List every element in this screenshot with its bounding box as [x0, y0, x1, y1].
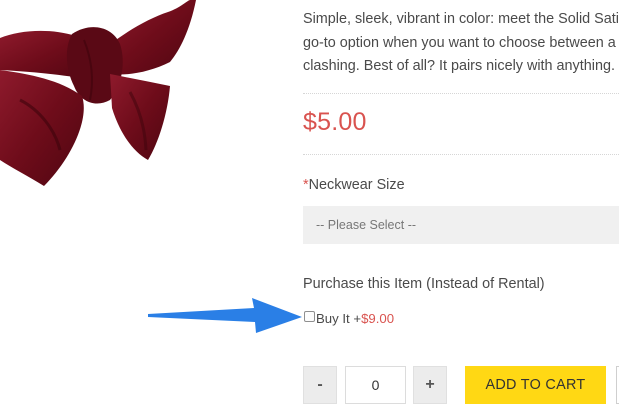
- arrow-icon: [146, 298, 304, 339]
- quantity-input[interactable]: 0: [345, 366, 406, 404]
- product-price: $5.00: [303, 108, 367, 136]
- neckwear-size-text: Neckwear Size: [308, 177, 405, 193]
- neckwear-size-select[interactable]: -- Please Select --: [303, 206, 619, 244]
- product-description: Simple, sleek, vibrant in color: meet th…: [303, 8, 619, 79]
- quantity-decrease-button[interactable]: -: [303, 366, 337, 404]
- purchase-heading: Purchase this Item (Instead of Rental): [303, 276, 545, 292]
- description-line: clashing. Best of all? It pairs nicely w…: [303, 58, 615, 74]
- buy-it-text: Buy It +: [316, 311, 362, 326]
- quantity-increase-button[interactable]: +: [413, 366, 447, 404]
- buy-it-checkbox[interactable]: [304, 311, 315, 322]
- neckwear-size-label: *Neckwear Size: [303, 177, 405, 193]
- description-line: go-to option when you want to choose bet…: [303, 34, 616, 51]
- buy-it-price: $9.00: [361, 311, 395, 326]
- add-to-cart-button[interactable]: ADD TO CART: [465, 366, 606, 404]
- divider: [303, 154, 619, 155]
- buy-it-label[interactable]: Buy It +$9.00: [316, 311, 394, 326]
- description-line: Simple, sleek, vibrant in color: meet th…: [303, 11, 619, 27]
- product-image: [0, 0, 200, 200]
- bowtie-image: [0, 0, 196, 186]
- divider: [303, 93, 619, 94]
